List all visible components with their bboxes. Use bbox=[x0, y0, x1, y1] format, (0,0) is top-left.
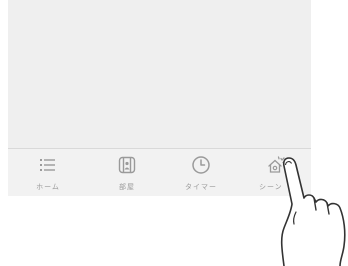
illustration-canvas: ホーム 部屋 タイマー シーン bbox=[0, 0, 348, 266]
tab-home[interactable]: ホーム bbox=[18, 149, 78, 196]
list-icon bbox=[40, 159, 55, 171]
room-door-icon bbox=[118, 156, 136, 174]
bottom-tab-bar: ホーム 部屋 タイマー シーン bbox=[8, 148, 311, 196]
tab-timer[interactable]: タイマー bbox=[171, 149, 231, 196]
tab-room[interactable]: 部屋 bbox=[97, 149, 157, 196]
phone-screen: ホーム 部屋 タイマー シーン bbox=[8, 0, 311, 196]
tab-timer-label: タイマー bbox=[185, 183, 217, 191]
clock-icon bbox=[192, 156, 210, 174]
main-content-area bbox=[8, 0, 311, 148]
tab-home-label: ホーム bbox=[36, 183, 60, 191]
tab-room-label: 部屋 bbox=[119, 183, 135, 191]
pointing-hand-icon bbox=[280, 157, 346, 266]
